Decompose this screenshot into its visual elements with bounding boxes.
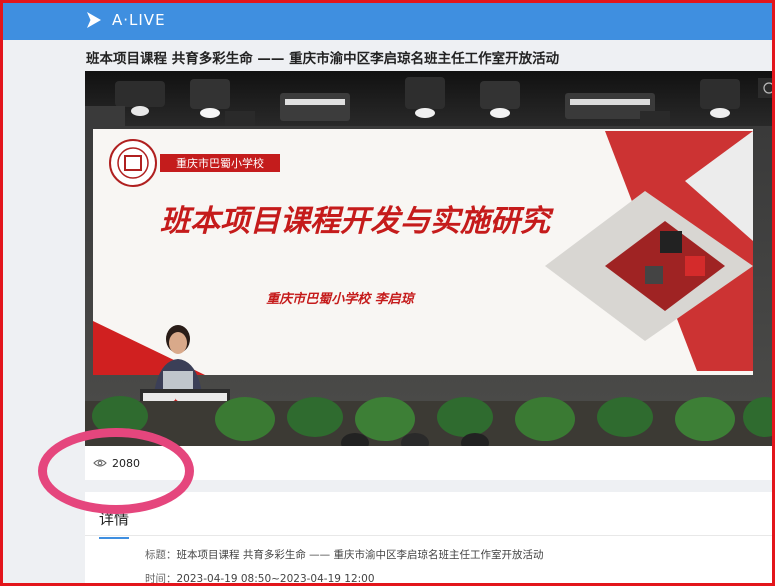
video-stats-bar: 2080 [85, 446, 775, 480]
eye-icon [93, 459, 107, 467]
video-frame: 重庆市巴蜀小学校 班本项目课程开发与实施研究 重庆市巴蜀小学校 李启琼 ✦ ~ … [85, 71, 775, 446]
side-control-icon[interactable] [758, 78, 775, 98]
details-divider [85, 535, 775, 536]
detail-time-row: 时间：2023-04-19 08:50~2023-04-19 12:00 [145, 571, 375, 586]
slide-title: 班本项目课程开发与实施研究 [160, 204, 554, 239]
detail-title-label: 标题： [145, 549, 177, 561]
detail-time-label: 时间： [145, 573, 177, 585]
page-title: 班本项目课程 共育多彩生命 —— 重庆市渝中区李启琼名班主任工作室开放活动 [86, 51, 560, 67]
video-player[interactable]: 重庆市巴蜀小学校 班本项目课程开发与实施研究 重庆市巴蜀小学校 李启琼 ✦ ~ … [85, 71, 775, 446]
detail-title-row: 标题：班本项目课程 共育多彩生命 —— 重庆市渝中区李启琼名班主任工作室开放活动 [145, 547, 544, 562]
play-logo-icon [87, 12, 101, 28]
stage-plants [85, 396, 775, 446]
slide-presenter: 重庆市巴蜀小学校 李启琼 [266, 291, 416, 307]
slide-school-badge: 重庆市巴蜀小学校 [176, 156, 264, 170]
app-logo[interactable]: A·LIVE [84, 9, 166, 31]
presentation-slide: 重庆市巴蜀小学校 班本项目课程开发与实施研究 重庆市巴蜀小学校 李启琼 [93, 129, 753, 375]
detail-time-value: 2023-04-19 08:50~2023-04-19 12:00 [176, 573, 375, 585]
detail-title-value: 班本项目课程 共育多彩生命 —— 重庆市渝中区李启琼名班主任工作室开放活动 [176, 549, 544, 561]
details-panel: 详情 标题：班本项目课程 共育多彩生命 —— 重庆市渝中区李启琼名班主任工作室开… [85, 492, 775, 586]
view-count: 2080 [112, 456, 140, 470]
app-logo-text: A·LIVE [112, 11, 166, 29]
top-bar: A·LIVE [0, 0, 775, 40]
